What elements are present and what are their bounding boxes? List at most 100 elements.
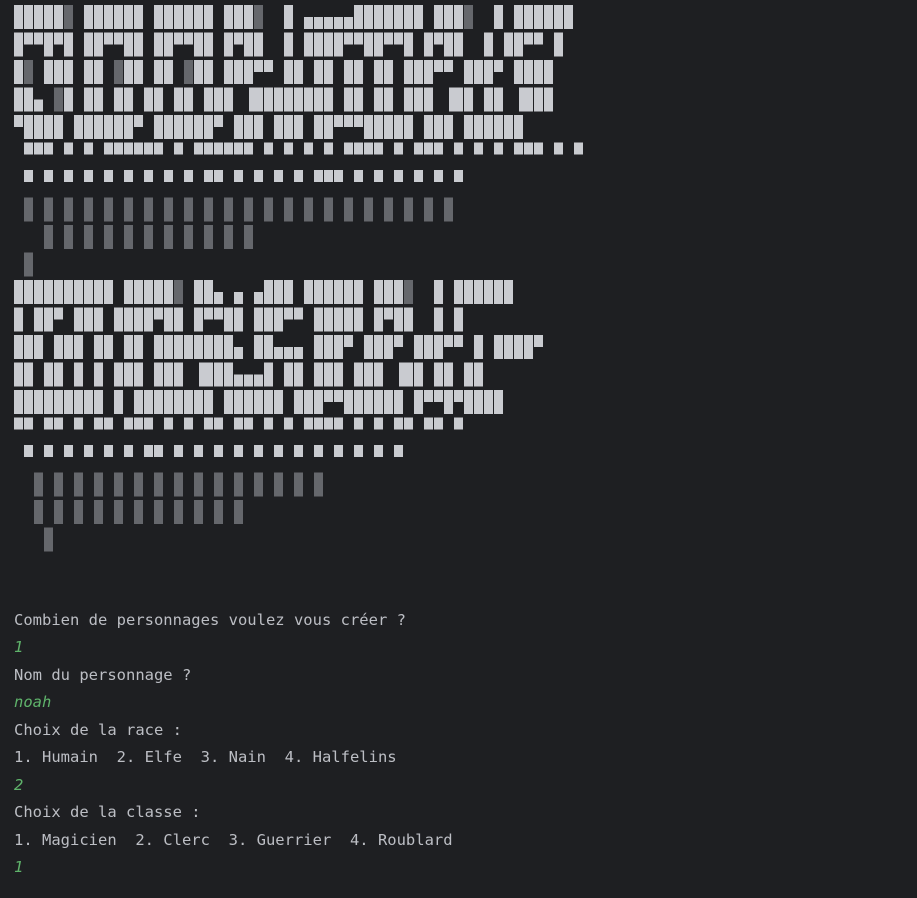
banner-block	[24, 60, 33, 84]
banner-block	[94, 32, 103, 57]
banner-block	[94, 500, 103, 524]
banner-block	[24, 115, 33, 139]
banner-block	[544, 60, 553, 84]
banner-block	[314, 335, 323, 359]
banner-block	[214, 142, 223, 155]
banner-block	[244, 374, 253, 387]
banner-block	[434, 390, 443, 402]
banner-block	[134, 335, 143, 359]
banner-block	[284, 60, 293, 84]
banner-block	[134, 115, 143, 127]
banner-block	[14, 390, 23, 414]
banner-block	[104, 142, 113, 155]
banner-block	[464, 115, 473, 139]
banner-block	[404, 115, 413, 139]
banner-block	[144, 87, 153, 112]
banner-block	[24, 280, 33, 304]
banner-block	[464, 60, 473, 84]
banner-block	[214, 500, 223, 524]
banner-block	[224, 197, 233, 222]
banner-block	[554, 142, 563, 155]
banner-block	[184, 32, 193, 45]
banner-block	[84, 32, 93, 57]
banner-block	[204, 197, 213, 222]
banner-block	[154, 60, 163, 84]
banner-block	[249, 87, 254, 112]
banner-block	[34, 390, 43, 414]
banner-block	[244, 417, 253, 430]
terminal-output[interactable]: Combien de personnages voulez vous créer…	[0, 0, 917, 898]
banner-block	[334, 170, 343, 182]
banner-block	[394, 390, 403, 414]
banner-block	[224, 390, 233, 414]
banner-block	[284, 307, 293, 320]
banner-block	[204, 32, 213, 57]
banner-block	[534, 87, 543, 112]
banner-block	[294, 115, 303, 139]
banner-block	[114, 390, 123, 414]
banner-block	[404, 280, 413, 304]
banner-block	[34, 32, 43, 45]
banner-block	[174, 472, 183, 497]
banner-block	[44, 5, 53, 29]
banner-block	[424, 197, 433, 222]
banner-block	[274, 280, 283, 304]
banner-block	[384, 390, 393, 414]
banner-block	[374, 87, 383, 112]
banner-block	[204, 142, 213, 155]
banner-block	[354, 60, 363, 84]
banner-block	[404, 362, 413, 387]
banner-block	[24, 445, 33, 457]
banner-block	[374, 362, 383, 387]
banner-block	[114, 32, 123, 45]
banner-block	[264, 87, 273, 112]
banner-block	[224, 142, 233, 155]
banner-block	[214, 472, 223, 497]
banner-block	[64, 5, 73, 29]
banner-block	[184, 335, 193, 359]
banner-block	[84, 225, 93, 249]
banner-block	[524, 5, 533, 29]
banner-block	[194, 307, 203, 332]
banner-block	[64, 60, 73, 84]
banner-block	[324, 142, 333, 155]
banner-block	[54, 280, 63, 304]
banner-block	[444, 60, 453, 72]
banner-block	[224, 60, 233, 84]
banner-block	[254, 32, 263, 57]
banner-block	[44, 60, 53, 84]
banner-block	[324, 115, 333, 139]
banner-block	[524, 60, 533, 84]
banner-block	[24, 197, 33, 222]
banner-block	[344, 32, 353, 45]
banner-block	[64, 142, 73, 155]
banner-block	[254, 307, 263, 332]
banner-block	[34, 99, 43, 112]
banner-block	[84, 280, 93, 304]
banner-block	[404, 5, 413, 29]
banner-block	[304, 142, 313, 155]
banner-block	[354, 417, 363, 430]
banner-block	[234, 445, 243, 457]
banner-block	[374, 32, 383, 57]
banner-block	[404, 197, 413, 222]
banner-block	[544, 5, 553, 29]
banner-block	[174, 280, 183, 304]
banner-block	[274, 307, 283, 332]
banner-block	[224, 5, 233, 29]
banner-block	[454, 280, 463, 304]
banner-block	[454, 170, 463, 182]
banner-block	[124, 87, 133, 112]
banner-block	[204, 115, 213, 139]
banner-block	[294, 362, 303, 387]
banner-block	[534, 335, 543, 347]
banner-block	[494, 60, 503, 72]
banner-block	[54, 500, 63, 524]
banner-block	[134, 5, 143, 29]
banner-block	[384, 60, 393, 84]
banner-block	[124, 170, 133, 182]
banner-block	[334, 280, 343, 304]
banner-block	[54, 335, 63, 359]
banner-block	[14, 335, 23, 359]
banner-block	[164, 197, 173, 222]
